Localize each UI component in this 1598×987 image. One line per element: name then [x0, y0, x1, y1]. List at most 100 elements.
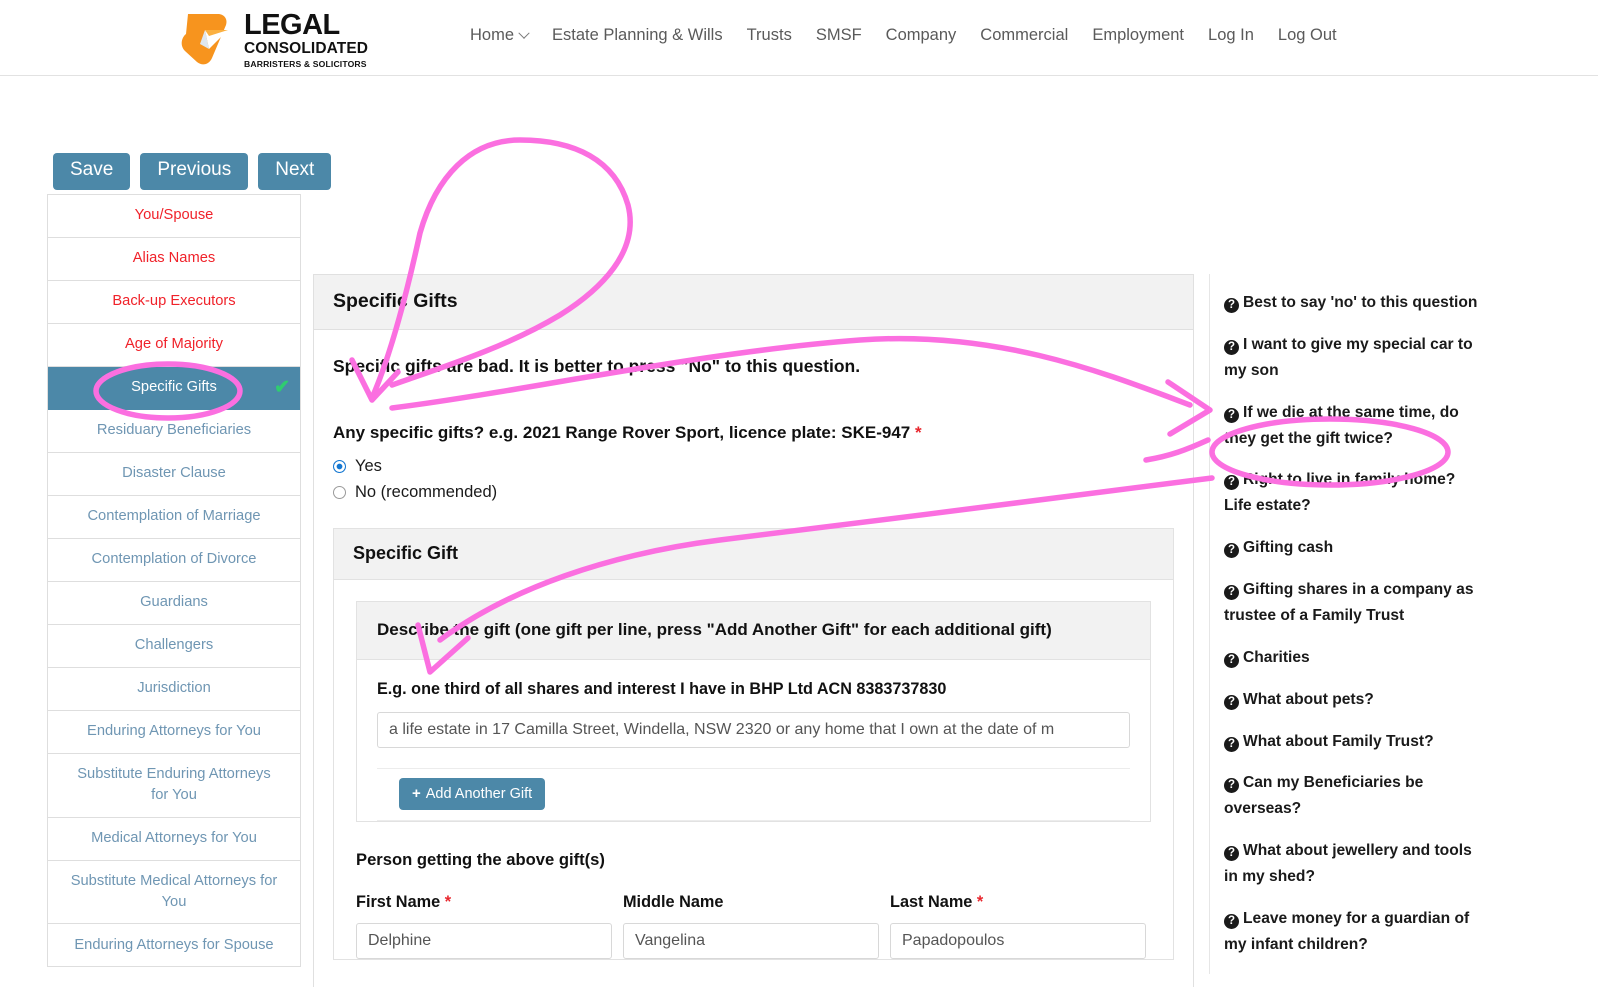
page-body: Save Previous Next You/Spouse Alias Name… — [0, 76, 1598, 987]
last-name-required-asterisk: * — [976, 893, 984, 912]
question-mark-icon: ? — [1224, 585, 1239, 600]
sidebar-item-substitute-medical-attorneys-for-you[interactable]: Substitute Medical Attorneys for You — [48, 861, 300, 925]
last-name-label-text: Last Name — [890, 893, 973, 912]
sidebar-item-specific-gifts[interactable]: Specific Gifts ✔ — [48, 367, 300, 410]
radio-option-no[interactable]: No (recommended) — [333, 483, 1174, 502]
question-mark-icon: ? — [1224, 475, 1239, 491]
middle-name-label-text: Middle Name — [623, 893, 724, 912]
describe-gift-label: Describe the gift (one gift per line, pr… — [377, 620, 1052, 639]
sidebar-item-enduring-attorneys-for-you[interactable]: Enduring Attorneys for You — [48, 711, 300, 754]
help-link-die-same-time[interactable]: ? If we die at the same time, do they get… — [1224, 400, 1487, 452]
nav-item-smsf[interactable]: SMSF — [804, 26, 874, 45]
sidebar-item-challengers[interactable]: Challengers — [48, 625, 300, 668]
help-link-beneficiaries-overseas[interactable]: ? Can my Beneficiaries be overseas? — [1224, 770, 1487, 822]
question-mark-icon: ? — [1224, 846, 1239, 862]
sidebar-item-medical-attorneys-for-you[interactable]: Medical Attorneys for You — [48, 818, 300, 861]
question-mark-icon: ? — [1224, 298, 1239, 313]
help-link-what-about-family-trust[interactable]: ? What about Family Trust? — [1224, 729, 1487, 755]
help-link-label: Charities — [1243, 648, 1310, 666]
help-link-label: Right to live in family home? Life estat… — [1224, 471, 1456, 515]
site-header: LEGAL CONSOLIDATED BARRISTERS & SOLICITO… — [0, 0, 1598, 76]
nav-item-commercial[interactable]: Commercial — [968, 26, 1080, 45]
chevron-down-icon — [518, 27, 530, 39]
sidebar-item-enduring-attorneys-for-spouse[interactable]: Enduring Attorneys for Spouse — [48, 924, 300, 968]
question-label: Any specific gifts? e.g. 2021 Range Rove… — [333, 423, 1174, 443]
sidebar-item-substitute-enduring-attorneys-for-you[interactable]: Substitute Enduring Attorneys for You — [48, 754, 300, 818]
help-link-charities[interactable]: ? Charities — [1224, 645, 1487, 671]
help-link-money-for-guardian[interactable]: ? Leave money for a guardian of my infant… — [1224, 906, 1487, 958]
check-icon: ✔ — [274, 377, 290, 399]
first-name-label: First Name * — [356, 893, 612, 912]
radio-yes-icon — [333, 460, 346, 473]
gift-example-label: E.g. one third of all shares and interes… — [377, 680, 947, 699]
add-another-gift-label: Add Another Gift — [425, 785, 533, 802]
help-link-gifting-cash[interactable]: ? Gifting cash — [1224, 535, 1487, 561]
question-mark-icon: ? — [1224, 778, 1239, 794]
last-name-field-group: Last Name * — [890, 893, 1146, 960]
nav-item-trusts[interactable]: Trusts — [735, 26, 804, 45]
help-link-right-to-live-family-home[interactable]: ? Right to live in family home? Life esta… — [1224, 467, 1487, 519]
question-mark-icon: ? — [1224, 543, 1239, 559]
nav-item-company[interactable]: Company — [874, 26, 969, 45]
describe-gift-header: Describe the gift (one gift per line, pr… — [357, 602, 1150, 661]
specific-gifts-panel: Specific Gifts Specific gifts are bad. I… — [313, 274, 1194, 987]
help-link-label: I want to give my special car to my son — [1224, 335, 1473, 379]
help-link-what-about-pets[interactable]: ? What about pets? — [1224, 687, 1487, 713]
first-name-required-asterisk: * — [444, 893, 452, 912]
last-name-input[interactable] — [890, 923, 1146, 960]
nav-item-home[interactable]: Home — [458, 26, 540, 45]
sidebar-item-contemplation-of-marriage[interactable]: Contemplation of Marriage — [48, 496, 300, 539]
help-link-best-to-say-no[interactable]: ? Best to say 'no' to this question — [1224, 290, 1487, 316]
radio-option-yes[interactable]: Yes — [333, 457, 1174, 476]
help-link-label: What about jewellery and tools in my she… — [1224, 842, 1472, 885]
nav-item-log-in[interactable]: Log In — [1196, 26, 1266, 45]
sidebar-item-specific-gifts-label: Specific Gifts — [131, 379, 217, 396]
previous-button[interactable]: Previous — [140, 153, 249, 190]
advice-text: Specific gifts are bad. It is better to … — [333, 356, 861, 376]
sidebar-item-alias-names[interactable]: Alias Names — [48, 238, 300, 281]
sidebar-item-contemplation-of-divorce[interactable]: Contemplation of Divorce — [48, 539, 300, 582]
help-link-label: Leave money for a guardian of my infant … — [1224, 909, 1470, 953]
specific-gift-card-body: Describe the gift (one gift per line, pr… — [334, 580, 1173, 960]
sidebar-item-jurisdiction[interactable]: Jurisdiction — [48, 668, 300, 711]
help-link-special-car-to-son[interactable]: ? I want to give my special car to my son — [1224, 332, 1487, 384]
first-name-label-text: First Name — [356, 893, 441, 912]
help-link-label: What about Family Trust? — [1243, 732, 1434, 750]
step-sidebar: You/Spouse Alias Names Back-up Executors… — [47, 194, 301, 968]
middle-name-field-group: Middle Name — [623, 893, 879, 960]
help-link-label: What about pets? — [1243, 690, 1374, 708]
help-link-gifting-shares-family-trust[interactable]: ? Gifting shares in a company as trustee … — [1224, 577, 1487, 629]
person-section-title: Person getting the above gift(s) — [356, 850, 605, 870]
help-link-label: Gifting shares in a company as trustee o… — [1224, 581, 1474, 624]
nav-item-estate-planning-wills[interactable]: Estate Planning & Wills — [540, 26, 735, 45]
help-link-label: Can my Beneficiaries be overseas? — [1224, 774, 1424, 818]
radio-no-icon — [333, 486, 346, 499]
brand-logo[interactable]: LEGAL CONSOLIDATED BARRISTERS & SOLICITO… — [178, 9, 368, 68]
save-button[interactable]: Save — [53, 153, 131, 190]
first-name-input[interactable] — [356, 923, 612, 960]
sidebar-item-back-up-executors[interactable]: Back-up Executors — [48, 281, 300, 324]
add-another-gift-button[interactable]: + Add Another Gift — [399, 778, 546, 811]
question-mark-icon: ? — [1224, 913, 1239, 929]
help-link-label: Gifting cash — [1243, 539, 1334, 557]
next-button[interactable]: Next — [258, 153, 332, 190]
question-mark-icon: ? — [1224, 736, 1239, 752]
gift-description-input[interactable] — [377, 712, 1130, 749]
sidebar-item-age-of-majority[interactable]: Age of Majority — [48, 324, 300, 367]
sidebar-item-guardians[interactable]: Guardians — [48, 582, 300, 625]
middle-name-input[interactable] — [623, 923, 879, 960]
question-mark-icon: ? — [1224, 652, 1239, 668]
panel-header: Specific Gifts — [314, 275, 1193, 330]
help-sidebar: ? Best to say 'no' to this question ? I wa… — [1209, 274, 1487, 974]
add-gift-row: + Add Another Gift — [377, 768, 1130, 822]
sidebar-item-you-spouse[interactable]: You/Spouse — [48, 195, 300, 238]
sidebar-item-disaster-clause[interactable]: Disaster Clause — [48, 453, 300, 496]
sidebar-item-residuary-beneficiaries[interactable]: Residuary Beneficiaries — [48, 410, 300, 453]
nav-item-employment[interactable]: Employment — [1080, 26, 1196, 45]
brand-wordmark: LEGAL CONSOLIDATED BARRISTERS & SOLICITO… — [244, 9, 368, 68]
describe-gift-body: E.g. one third of all shares and interes… — [357, 660, 1150, 822]
nav-item-log-out[interactable]: Log Out — [1266, 26, 1349, 45]
recipient-name-grid: First Name * Middle Name — [356, 893, 1151, 960]
help-link-jewellery-tools-shed[interactable]: ? What about jewellery and tools in my sh… — [1224, 838, 1487, 890]
specific-gift-card-header: Specific Gift — [334, 529, 1173, 580]
